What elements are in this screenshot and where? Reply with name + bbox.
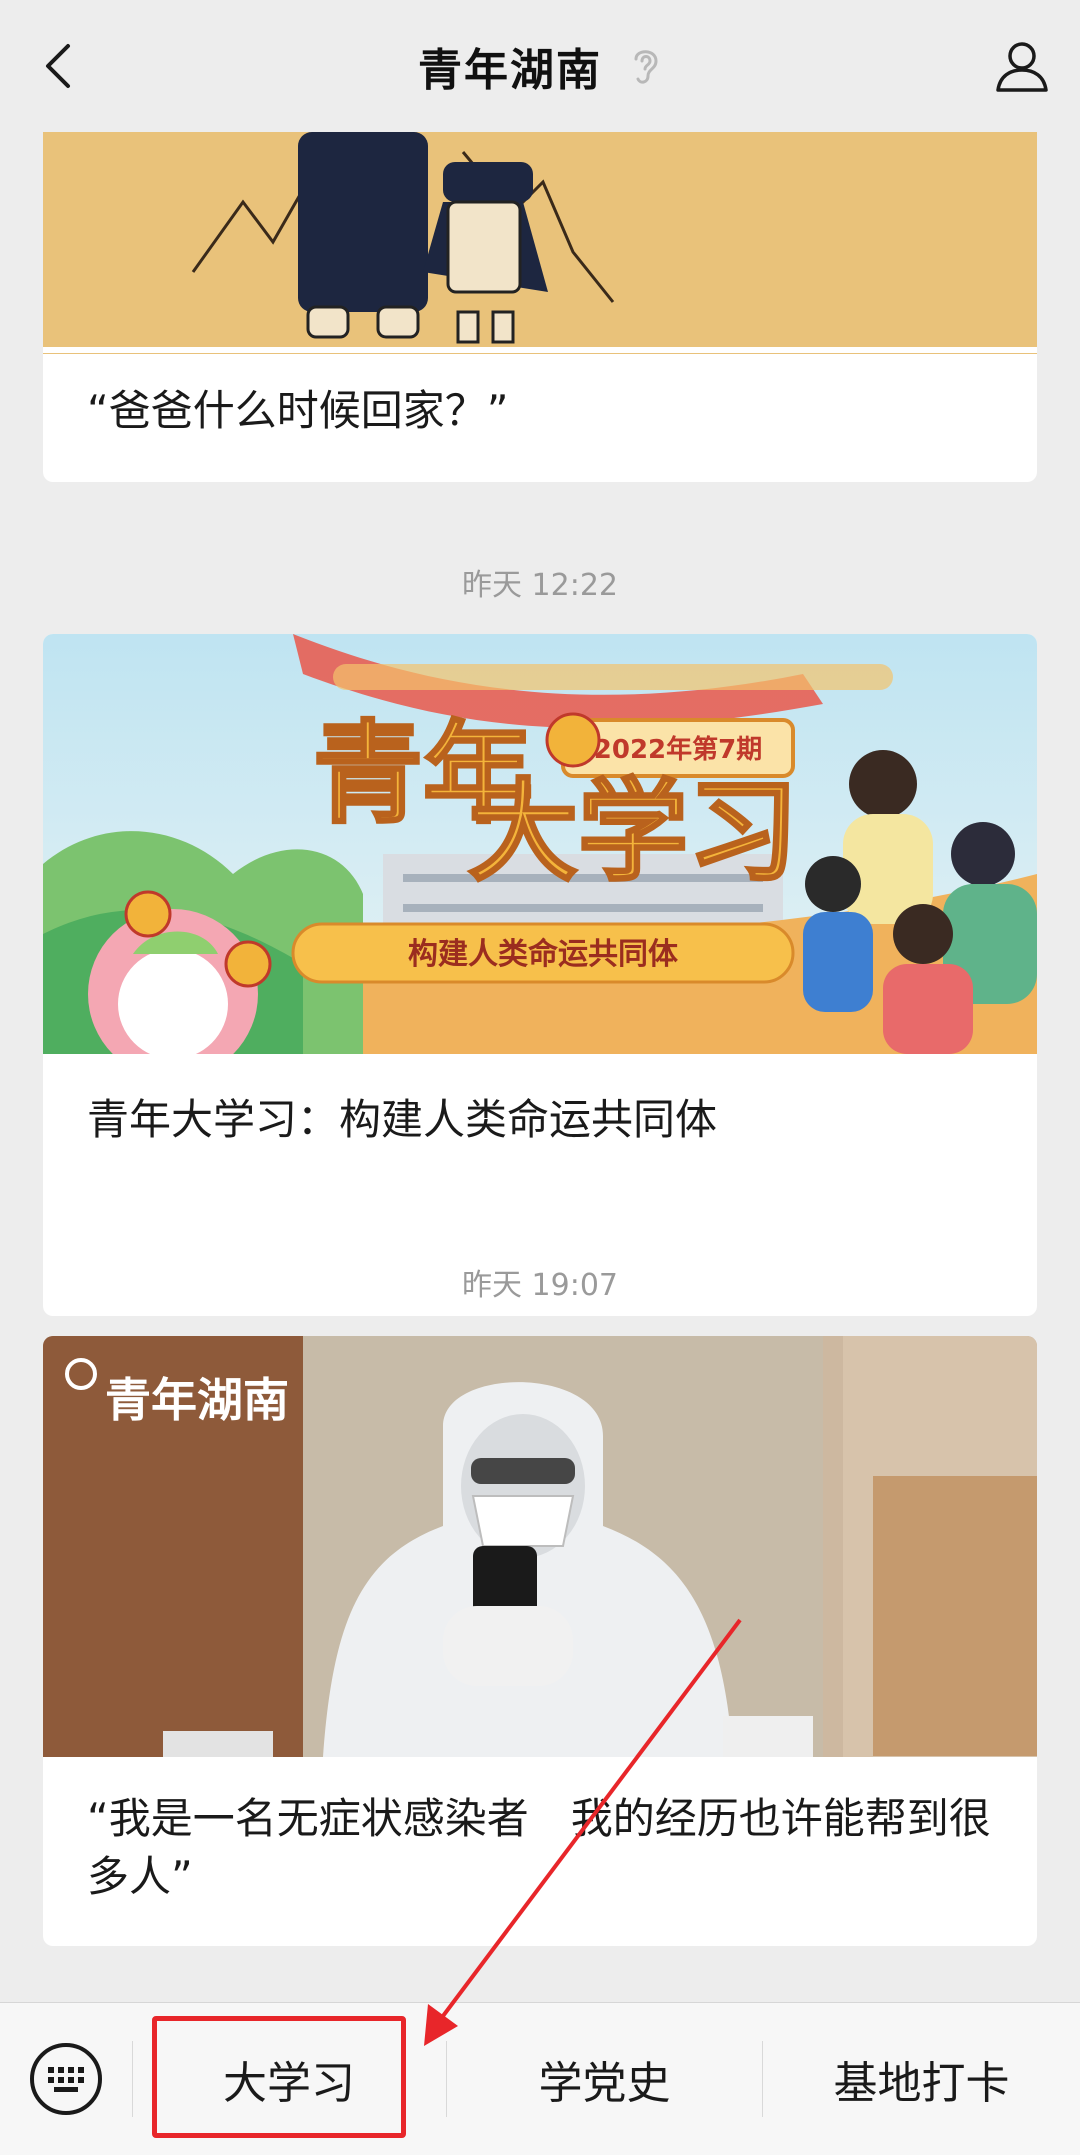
ear-icon[interactable]: [628, 45, 662, 87]
article-title[interactable]: “爸爸什么时候回家？”: [87, 382, 993, 440]
menu-item-xue-dang-shi[interactable]: 学党史: [447, 2003, 762, 2155]
article-card[interactable]: 2022年第7期 青年 大学习 构建人类命运共同体 青年大学习：构建人类命运共同…: [43, 634, 1037, 1316]
article-title[interactable]: “我是一名无症状感染者 我的经历也许能帮到很多人”: [87, 1790, 993, 1906]
page-title: 青年湖南: [418, 45, 602, 96]
article-cover-image: [43, 132, 1037, 354]
watermark-text: 青年湖南: [105, 1373, 289, 1427]
annotation-highlight-box: [152, 2016, 406, 2138]
article-title[interactable]: 青年大学习：构建人类命运共同体: [87, 1091, 993, 1149]
title-container: 青年湖南: [0, 0, 1080, 132]
keyboard-icon[interactable]: [28, 2041, 104, 2117]
back-arrow-icon[interactable]: [30, 36, 90, 96]
menu-item-ji-di-da-ka[interactable]: 基地打卡: [763, 2003, 1080, 2155]
article-cover-image: 2022年第7期 青年 大学习 构建人类命运共同体: [43, 634, 1037, 1054]
article-card[interactable]: “爸爸什么时候回家？”: [43, 132, 1037, 482]
top-navigation-bar: 青年湖南: [0, 0, 1080, 132]
profile-icon[interactable]: [990, 34, 1054, 98]
message-timestamp: 昨天 12:22: [462, 568, 618, 603]
article-cover-image: 青年湖南: [43, 1336, 1037, 1757]
message-timestamp: 昨天 19:07: [462, 1268, 618, 1303]
message-feed[interactable]: “爸爸什么时候回家？” 昨天 12:22 2022年第7期 青年 大学习 构建人…: [0, 132, 1080, 2002]
banner-headline-2: 大学习: [468, 768, 798, 896]
issue-badge: 2022年第7期: [594, 734, 762, 765]
banner-subtitle: 构建人类命运共同体: [408, 937, 679, 972]
article-card[interactable]: 青年湖南 “我是一名无症状感染者 我的经历也许能帮到很多人”: [43, 1336, 1037, 1946]
